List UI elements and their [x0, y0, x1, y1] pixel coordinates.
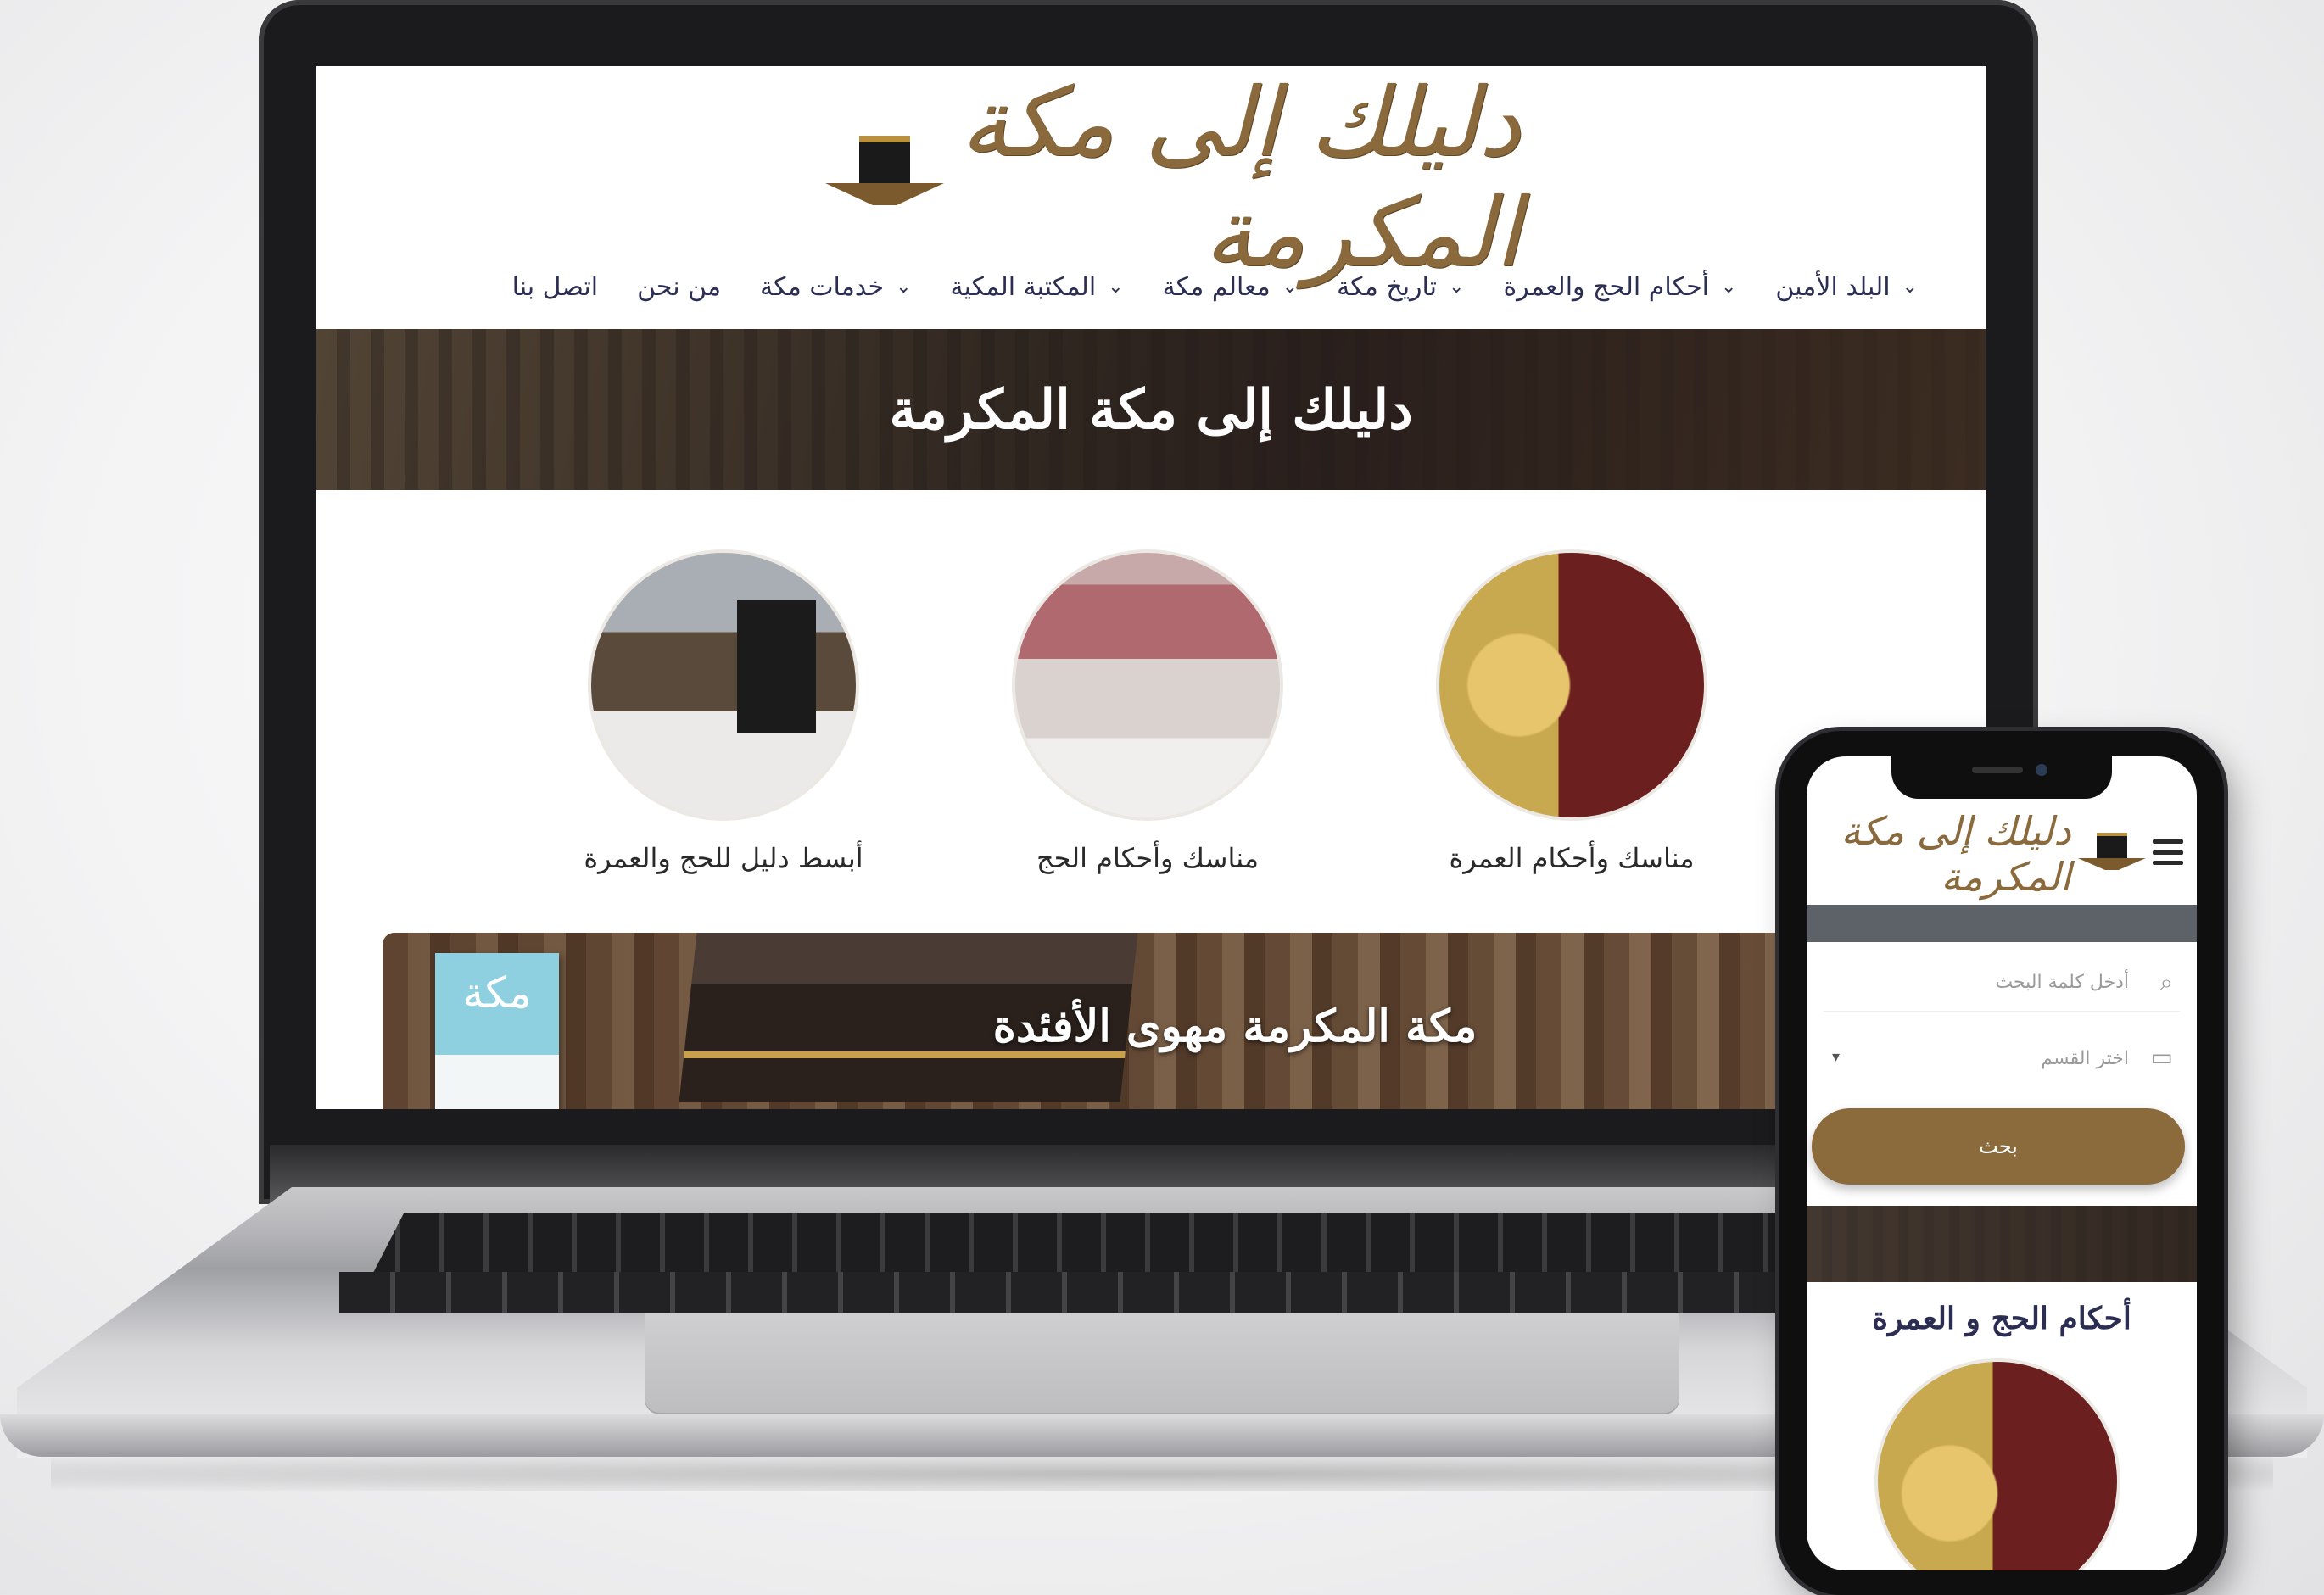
hero-title: دليلك إلى مكة المكرمة: [889, 377, 1413, 442]
site-header: دليلك إلى مكة المكرمة البلد الأمين ⌄ أحك…: [316, 66, 1986, 321]
phone-site-logo[interactable]: دليلك إلى مكة المكرمة: [1818, 808, 2146, 900]
laptop-screen: دليلك إلى مكة المكرمة البلد الأمين ⌄ أحك…: [316, 66, 1986, 1109]
phone-card-image[interactable]: [1874, 1358, 2120, 1570]
nav-item-balad-al-amin[interactable]: البلد الأمين ⌄: [1775, 272, 1918, 302]
phone-device: دليلك إلى مكة المكرمة ⌕ أدخل كلمة البحث …: [1779, 731, 2224, 1595]
caret-down-icon: ▾: [1832, 1048, 1841, 1066]
site-logo[interactable]: دليلك إلى مكة المكرمة: [825, 68, 1524, 288]
card-label[interactable]: مناسك وأحكام الحج: [995, 842, 1300, 874]
main-nav: البلد الأمين ⌄ أحكام الحج والعمرة ⌄ تاري…: [316, 257, 1986, 316]
kaaba-icon: [2077, 833, 2146, 875]
search-placeholder: أدخل كلمة البحث: [1995, 972, 2129, 993]
nav-item-label: معالم مكة: [1162, 271, 1271, 302]
speaker-icon: [1972, 767, 2023, 773]
search-icon: ⌕: [2159, 968, 2173, 996]
chevron-down-icon: ⌄: [1720, 276, 1737, 298]
nav-item-label: أحكام الحج والعمرة: [1503, 271, 1709, 302]
nav-item-makkah-landmarks[interactable]: معالم مكة ⌄: [1163, 272, 1298, 302]
nav-item-label: من نحن: [637, 271, 722, 302]
card-image[interactable]: [588, 549, 859, 821]
search-button[interactable]: بحث: [1812, 1108, 2185, 1185]
chevron-down-icon: ⌄: [1282, 276, 1299, 298]
kaaba-icon: [825, 136, 944, 220]
card-label[interactable]: أبسط دليل للحج والعمرة: [571, 842, 876, 874]
phone-logo-text: دليلك إلى مكة المكرمة: [1841, 808, 2072, 900]
search-input[interactable]: ⌕ أدخل كلمة البحث: [1824, 960, 2180, 1012]
phone-screen: دليلك إلى مكة المكرمة ⌕ أدخل كلمة البحث …: [1807, 756, 2197, 1570]
nav-item-makkah-services[interactable]: خدمات مكة ⌄: [760, 272, 911, 302]
topic-cards: مناسك وأحكام العمرة مناسك وأحكام الحج أب…: [316, 549, 1986, 923]
phone-hero-image: [1807, 1206, 2197, 1282]
chevron-down-icon: ⌄: [1108, 276, 1124, 298]
category-select[interactable]: ▭ اختر القسم ▾: [1824, 1036, 2180, 1087]
select-placeholder: اختر القسم: [2041, 1048, 2129, 1069]
nav-item-about-us[interactable]: من نحن: [637, 272, 721, 302]
nav-item-hajj-umrah-rulings[interactable]: أحكام الحج والعمرة ⌄: [1503, 272, 1736, 302]
chevron-down-icon: ⌄: [896, 276, 912, 298]
phone-section-title: أحكام الحج و العمرة: [1872, 1301, 2131, 1336]
hero-banner: دليلك إلى مكة المكرمة: [316, 329, 1986, 490]
nav-item-label: تاريخ مكة: [1337, 271, 1438, 302]
feature-banner[interactable]: مكة مكة المكرمة مهوى الأفئدة: [383, 933, 1986, 1109]
nav-item-makkah-library[interactable]: المكتبة المكية ⌄: [951, 272, 1124, 302]
nav-item-contact-us[interactable]: اتصل بنا: [512, 272, 599, 302]
nav-item-makkah-history[interactable]: تاريخ مكة ⌄: [1337, 272, 1464, 302]
card-guide[interactable]: أبسط دليل للحج والعمرة: [571, 549, 876, 923]
briefcase-icon: ▭: [2150, 1043, 2173, 1071]
hamburger-menu-icon[interactable]: [2153, 839, 2183, 865]
chevron-down-icon: ⌄: [1449, 276, 1465, 298]
card-hajj[interactable]: مناسك وأحكام الحج: [995, 549, 1300, 923]
card-image[interactable]: [1012, 549, 1283, 821]
nav-item-label: البلد الأمين: [1775, 271, 1891, 302]
phone-notch: [1891, 756, 2112, 799]
banner-title: مكة المكرمة مهوى الأفئدة: [992, 1001, 1478, 1052]
card-umrah[interactable]: مناسك وأحكام العمرة: [1419, 549, 1724, 923]
camera-icon: [2036, 764, 2047, 776]
phone-header: دليلك إلى مكة المكرمة: [1807, 807, 2197, 901]
nav-item-label: خدمات مكة: [760, 271, 885, 302]
card-image[interactable]: [1436, 549, 1707, 821]
chevron-down-icon: ⌄: [1902, 276, 1918, 298]
card-label[interactable]: مناسك وأحكام العمرة: [1419, 842, 1724, 874]
nav-item-label: المكتبة المكية: [950, 271, 1097, 302]
laptop-trackpad: [645, 1313, 1679, 1414]
laptop-keyboard-row: [339, 1272, 1968, 1313]
logo-text: دليلك إلى مكة المكرمة: [960, 68, 1524, 288]
nav-item-label: اتصل بنا: [511, 271, 599, 302]
phone-nav-bar: [1807, 905, 2197, 942]
